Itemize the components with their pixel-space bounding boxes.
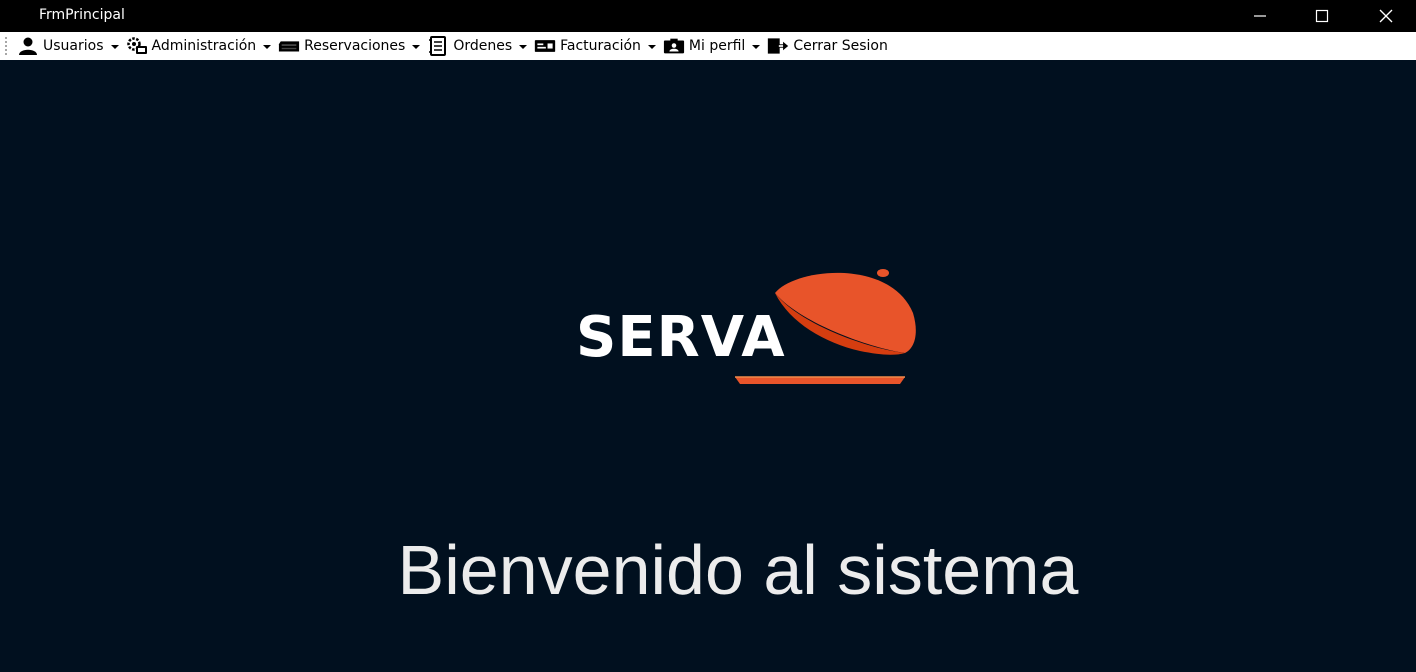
maximize-button[interactable] bbox=[1290, 0, 1354, 32]
menu-mi-perfil-label: Mi perfil bbox=[688, 38, 746, 54]
chevron-down-icon bbox=[519, 45, 528, 49]
orders-notebook-icon bbox=[427, 36, 449, 56]
minimize-button[interactable] bbox=[1228, 0, 1292, 32]
menu-reservaciones[interactable]: Reservaciones bbox=[275, 34, 423, 58]
minimize-icon bbox=[1254, 15, 1266, 17]
menu-facturacion[interactable]: Facturación bbox=[531, 34, 659, 58]
chevron-down-icon bbox=[263, 45, 272, 49]
maximize-icon bbox=[1315, 9, 1329, 23]
title-bar[interactable]: FrmPrincipal bbox=[0, 0, 1416, 32]
logout-icon bbox=[767, 36, 789, 56]
main-content: SERVA Bienvenido al sistema bbox=[0, 60, 1416, 672]
menu-cerrar-sesion[interactable]: Cerrar Sesion bbox=[764, 34, 891, 58]
menu-grip[interactable] bbox=[4, 36, 8, 56]
serva-logo: SERVA bbox=[570, 263, 920, 393]
user-icon bbox=[17, 36, 39, 56]
logo-wordmark: SERVA bbox=[576, 305, 786, 370]
menu-usuarios[interactable]: Usuarios bbox=[14, 34, 122, 58]
menu-ordenes-label: Ordenes bbox=[453, 38, 513, 54]
menu-cerrar-sesion-label: Cerrar Sesion bbox=[793, 38, 888, 54]
reservations-icon bbox=[278, 36, 300, 56]
main-window: FrmPrincipal Usuarios Administración Res… bbox=[0, 0, 1416, 672]
profile-card-icon bbox=[663, 36, 685, 56]
menu-administracion[interactable]: Administración bbox=[123, 34, 275, 58]
chevron-down-icon bbox=[110, 45, 119, 49]
close-button[interactable] bbox=[1354, 0, 1416, 32]
billing-card-icon bbox=[534, 36, 556, 56]
chevron-down-icon bbox=[647, 45, 656, 49]
menu-bar: Usuarios Administración Reservaciones Or… bbox=[0, 32, 1416, 60]
menu-administracion-label: Administración bbox=[151, 38, 257, 54]
menu-usuarios-label: Usuarios bbox=[43, 38, 104, 54]
admin-gears-icon bbox=[126, 36, 148, 56]
chevron-down-icon bbox=[412, 45, 421, 49]
menu-reservaciones-label: Reservaciones bbox=[304, 38, 406, 54]
close-icon bbox=[1379, 9, 1393, 23]
menu-ordenes[interactable]: Ordenes bbox=[424, 34, 530, 58]
menu-facturacion-label: Facturación bbox=[560, 38, 641, 54]
menu-mi-perfil[interactable]: Mi perfil bbox=[660, 34, 763, 58]
window-title: FrmPrincipal bbox=[39, 7, 125, 23]
chevron-down-icon bbox=[752, 45, 761, 49]
welcome-message: Bienvenido al sistema bbox=[397, 531, 1079, 609]
